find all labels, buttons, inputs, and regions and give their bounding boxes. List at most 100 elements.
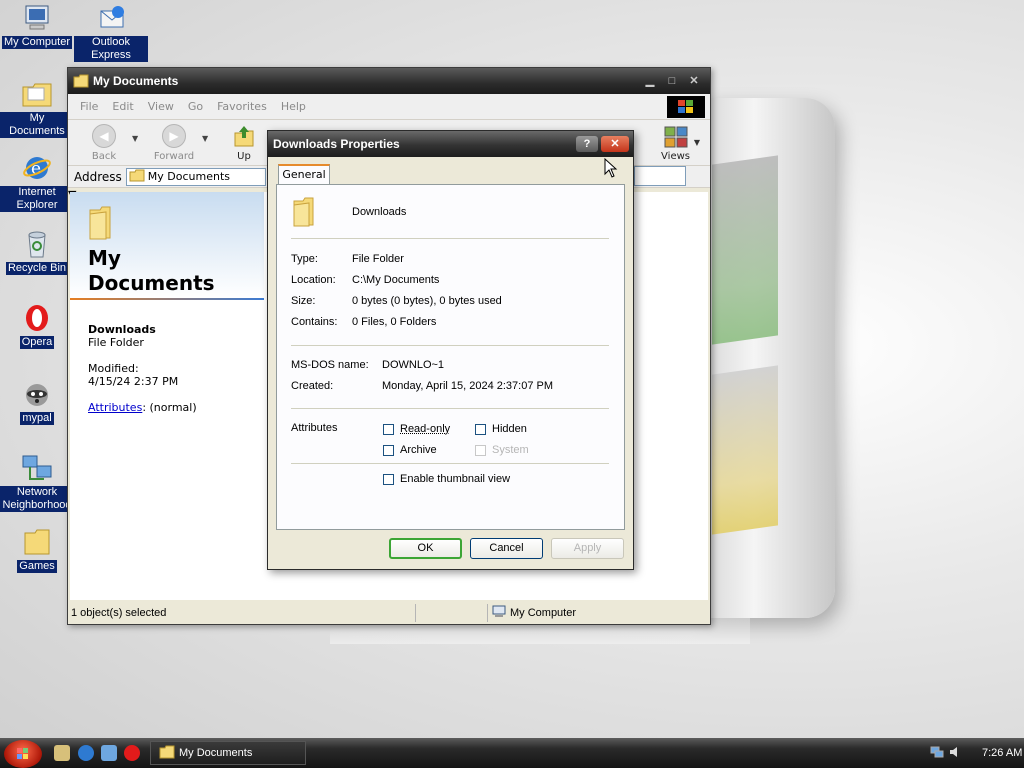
separator [291,463,609,464]
back-arrow-icon: ◀ [92,124,116,148]
network-tray-icon[interactable] [930,745,944,762]
views-dropdown-icon[interactable]: ▼ [694,138,700,147]
pane-divider [70,298,264,300]
forward-button[interactable]: ▶ Forward [146,124,202,162]
help-button[interactable]: ? [576,136,598,152]
read-only-checkbox[interactable]: Read-only [383,423,450,435]
close-button[interactable]: ✕ [601,136,629,152]
desktop-icon-network-neighborhood[interactable]: Network Neighborhood [0,452,74,515]
general-tab-panel: Downloads Type: File Folder Location: C:… [276,184,625,530]
maximize-icon[interactable]: □ [664,74,680,88]
status-selection: 1 object(s) selected [68,604,416,622]
minimize-icon[interactable]: ▁ [642,74,658,88]
modified-value: 4/15/24 2:37 PM [88,375,197,388]
menu-bar: File Edit View Go Favorites Help [68,94,710,120]
address-label: Address [74,170,122,184]
folder-icon [159,745,175,762]
hidden-checkbox[interactable]: Hidden [475,423,527,435]
windows-logo-icon [4,740,42,768]
desktop-icon-my-documents[interactable]: My Documents [0,78,74,141]
back-dropdown-icon[interactable]: ▼ [132,124,146,143]
computer-icon [492,605,506,621]
address-field[interactable]: My Documents [126,168,266,186]
read-only-label: Read-only [400,423,450,435]
forward-arrow-icon: ▶ [162,124,186,148]
menu-file[interactable]: File [80,100,98,113]
msdos-value: DOWNLO~1 [382,359,444,371]
thumbnail-checkbox[interactable]: Enable thumbnail view [383,473,510,485]
hidden-label: Hidden [492,423,527,435]
folder-icon [129,169,145,185]
windows-flag-icon [667,96,705,118]
computer-icon [21,2,53,34]
explorer-title: My Documents [93,74,178,88]
taskbar-button-label: My Documents [179,747,252,759]
back-button[interactable]: ◀ Back [76,124,132,162]
archive-checkbox[interactable]: Archive [383,444,437,456]
internet-explorer-icon[interactable] [78,745,94,761]
separator [291,345,609,346]
views-button[interactable]: Views [661,126,690,162]
desktop-icon-opera[interactable]: Opera [0,302,74,352]
show-desktop-icon[interactable] [54,745,70,761]
checkbox-box [383,445,394,456]
tab-general[interactable]: General [278,164,330,185]
desktop-icon-internet-explorer[interactable]: e Internet Explorer [0,152,74,215]
address-field-end[interactable] [634,166,686,186]
taskbar-button-my-documents[interactable]: My Documents [150,741,306,765]
address-value: My Documents [148,170,230,183]
menu-favorites[interactable]: Favorites [217,100,267,113]
folder-name: Downloads [352,206,406,218]
status-empty-segment [416,604,488,622]
menu-go[interactable]: Go [188,100,203,113]
outlook-express-icon [95,2,127,34]
desktop-icon-mypal[interactable]: mypal [0,378,74,428]
status-bar: 1 object(s) selected My Computer [68,602,710,624]
explorer-title-bar[interactable]: My Documents ▁ □ ✕ [68,68,710,94]
up-folder-icon [232,124,256,151]
folder-icon [73,74,89,88]
cancel-button[interactable]: Cancel [470,538,543,559]
opera-icon[interactable] [124,745,140,761]
folder-icon [291,197,317,230]
msdos-label: MS-DOS name: [291,359,369,371]
system-label: System [492,444,529,456]
created-value: Monday, April 15, 2024 2:37:07 PM [382,380,553,392]
type-value: File Folder [352,253,404,265]
thumbnail-label: Enable thumbnail view [400,473,510,485]
start-button[interactable] [4,740,42,768]
close-icon[interactable]: ✕ [686,74,702,88]
desktop-icon-outlook-express[interactable]: Outlook Express [74,2,148,65]
size-value: 0 bytes (0 bytes), 0 bytes used [352,295,502,307]
ok-button[interactable]: OK [389,538,462,559]
volume-tray-icon[interactable] [948,745,962,762]
item-name: Downloads [88,323,197,336]
wallpaper-logo-yellow-pane [712,365,778,534]
location-value: C:\My Documents [352,274,439,286]
menu-help[interactable]: Help [281,100,306,113]
dialog-title: Downloads Properties [273,137,400,151]
menu-view[interactable]: View [148,100,174,113]
menu-edit[interactable]: Edit [112,100,133,113]
desktop-icon-my-computer[interactable]: My Computer [0,2,74,52]
dialog-title-bar[interactable]: Downloads Properties ? ✕ [268,131,633,157]
properties-dialog[interactable]: Downloads Properties ? ✕ General Downloa… [267,130,634,570]
views-icon [664,126,688,151]
outlook-express-icon[interactable] [101,745,117,761]
desktop-icon-games[interactable]: Games [0,526,74,576]
taskbar: My Documents 7:26 AM [0,738,1024,768]
network-icon [21,452,53,484]
created-label: Created: [291,380,333,392]
clock[interactable]: 7:26 AM [982,747,1022,759]
archive-label: Archive [400,444,437,456]
games-folder-icon [21,526,53,558]
internet-explorer-icon: e [21,152,53,184]
up-button[interactable]: Up [216,124,272,162]
attributes-link[interactable]: Attributes [88,401,142,414]
checkbox-box [383,474,394,485]
pane-info: Downloads File Folder Modified: 4/15/24 … [88,323,197,414]
apply-button: Apply [551,538,624,559]
forward-dropdown-icon[interactable]: ▼ [202,124,216,143]
checkbox-box [475,445,486,456]
desktop-icon-recycle-bin[interactable]: Recycle Bin [0,228,74,278]
